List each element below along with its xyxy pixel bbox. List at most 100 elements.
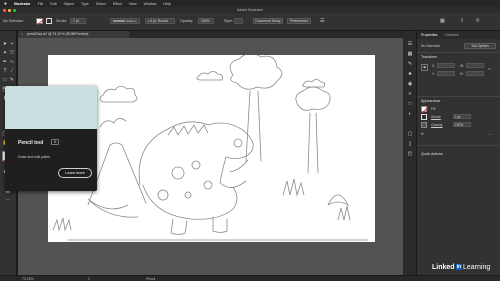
uniform-label: Uniform <box>125 19 137 23</box>
selection-tool-icon[interactable]: ➤ <box>2 41 8 47</box>
line-tool-icon[interactable]: ∕ <box>9 68 15 74</box>
menu-app-name[interactable]: Illustrator <box>14 2 31 6</box>
appearance-opacity-label[interactable]: Opacity <box>431 123 443 127</box>
curvature-tool-icon[interactable]: ∿ <box>9 59 15 65</box>
appearance-stroke-swatch[interactable] <box>421 114 427 120</box>
pathfinder-icon[interactable]: ◰ <box>407 151 413 157</box>
appearance-opacity-field[interactable]: 100% <box>453 122 471 127</box>
document-tab-label: pencilTool.ai* @ 73.19 % (RGB/Preview) <box>27 32 89 36</box>
zoom-window-button[interactable] <box>13 8 16 12</box>
search-icon[interactable]: ⚲ <box>476 18 480 24</box>
apple-icon[interactable]: ● <box>4 1 10 7</box>
document-setup-button[interactable]: Document Setup <box>253 18 283 24</box>
opacity-label: Opacity: <box>180 19 194 23</box>
variable-width-profile[interactable]: Uniform <box>110 18 140 24</box>
watermark-linked: Linked <box>432 264 455 271</box>
no-fill-icon <box>421 106 429 114</box>
menu-select[interactable]: Select <box>96 2 106 6</box>
brush-definition[interactable]: • 5 pt. Round <box>145 18 175 24</box>
transform-w-field[interactable] <box>466 63 484 68</box>
menu-help[interactable]: Help <box>163 2 170 6</box>
appearance-fill-swatch[interactable] <box>421 106 429 114</box>
stroke-weight-field[interactable]: 1 pt <box>70 18 86 24</box>
transform-h-field[interactable] <box>466 71 484 76</box>
graphic-styles-icon[interactable]: ▢ <box>407 131 413 137</box>
align-panel-icon[interactable]: ▯ <box>407 141 413 147</box>
tooltip-shortcut: N <box>51 139 59 145</box>
dinosaur-sketch-illustration <box>52 53 369 241</box>
layers-icon[interactable]: ☰ <box>407 41 413 47</box>
learn-more-button[interactable]: Learn more <box>58 168 92 178</box>
magic-wand-icon[interactable]: ✦ <box>2 50 8 56</box>
panel-divider <box>417 145 500 146</box>
transform-y-field[interactable] <box>437 71 455 76</box>
fx-label[interactable]: fx <box>421 132 424 136</box>
menu-file[interactable]: File <box>38 2 44 6</box>
fill-swatch[interactable] <box>36 18 45 26</box>
more-options-icon[interactable]: ⋯ <box>488 132 492 137</box>
appearance-heading: Appearance <box>421 99 441 103</box>
close-tab-icon[interactable]: × <box>21 32 23 36</box>
panel-divider <box>417 96 500 97</box>
rectangle-tool-icon[interactable]: □ <box>2 77 8 83</box>
menu-edit[interactable]: Edit <box>50 2 56 6</box>
menu-view[interactable]: View <box>129 2 137 6</box>
selection-state: No Selection <box>3 19 24 23</box>
pencil-tool-tooltip: Pencil tool N Draw and edit paths Learn … <box>5 86 97 191</box>
panel-selection-state: No Selection <box>421 44 441 48</box>
opacity-icon <box>421 122 427 128</box>
transform-x-field[interactable] <box>437 63 455 68</box>
constrain-proportions-icon[interactable]: ∞ <box>488 66 491 71</box>
share-icon[interactable]: ⇧ <box>460 18 464 24</box>
menu-list: Illustrator File Edit Object Type Select… <box>14 2 171 6</box>
menu-window[interactable]: Window <box>144 2 157 6</box>
control-bar: No Selection Stroke: 1 pt Uniform • 5 pt… <box>0 13 500 31</box>
artboard[interactable] <box>48 53 375 242</box>
type-tool-icon[interactable]: T <box>2 68 8 74</box>
edit-toolbar-icon[interactable]: ⋯ <box>5 197 11 203</box>
tooltip-preview-image <box>5 86 97 129</box>
tooltip-title: Pencil tool <box>18 140 44 146</box>
tool-options-button[interactable]: Tool Options <box>464 43 496 49</box>
watermark-in-logo: in <box>455 264 463 270</box>
arrange-documents-icon[interactable]: ▦ <box>440 18 445 24</box>
preferences-button[interactable]: Preferences <box>287 18 311 24</box>
graphic-style-picker[interactable] <box>234 18 243 24</box>
close-window-button[interactable] <box>3 8 6 12</box>
align-icon[interactable]: ☰ <box>320 18 324 24</box>
appearance-stroke-field[interactable]: 1 pt <box>453 114 471 119</box>
color-icon[interactable]: ◉ <box>407 81 413 87</box>
transparency-icon[interactable]: ◐ <box>407 111 413 117</box>
menu-type[interactable]: Type <box>81 2 89 6</box>
symbols-icon[interactable]: ♣ <box>407 71 413 77</box>
stroke-label: Stroke: <box>56 19 68 23</box>
appearance-stroke-label[interactable]: Stroke <box>431 115 441 119</box>
reference-point-icon[interactable]: ▣ <box>421 64 428 71</box>
menu-object[interactable]: Object <box>64 2 74 6</box>
appearance-icon[interactable]: □ <box>407 101 413 107</box>
swatches-icon[interactable]: ▦ <box>407 51 413 57</box>
watermark-learning: Learning <box>463 264 491 271</box>
opacity-field[interactable]: 100% <box>198 18 214 24</box>
menu-effect[interactable]: Effect <box>113 2 122 6</box>
current-tool-name: Pencil <box>146 277 156 281</box>
document-tab[interactable]: × pencilTool.ai* @ 73.19 % (RGB/Preview) <box>18 31 130 38</box>
pen-tool-icon[interactable]: ✒ <box>2 59 8 65</box>
brush-dot-icon: • <box>148 19 150 23</box>
tab-properties[interactable]: Properties <box>421 33 437 37</box>
artboard-number[interactable]: 1 <box>88 277 90 281</box>
brushes-icon[interactable]: ✎ <box>407 61 413 67</box>
linkedin-learning-watermark: Linked in Learning <box>432 264 490 271</box>
lasso-tool-icon[interactable]: ➰ <box>9 50 15 56</box>
stroke-swatch[interactable] <box>46 18 52 24</box>
paintbrush-tool-icon[interactable]: ✎ <box>9 77 15 83</box>
minimize-window-button[interactable] <box>8 8 11 12</box>
zoom-level[interactable]: 73.19% <box>22 277 34 281</box>
direct-selection-tool-icon[interactable]: ➣ <box>9 41 15 47</box>
tab-libraries[interactable]: Libraries <box>445 33 459 37</box>
window-controls <box>3 8 16 12</box>
tooltip-description: Draw and edit paths <box>18 155 50 159</box>
stroke-panel-icon[interactable]: ≡ <box>407 91 413 97</box>
window-title: Adobe Illustrator <box>236 8 264 12</box>
status-bar: 73.19% 1 Pencil <box>0 275 500 281</box>
